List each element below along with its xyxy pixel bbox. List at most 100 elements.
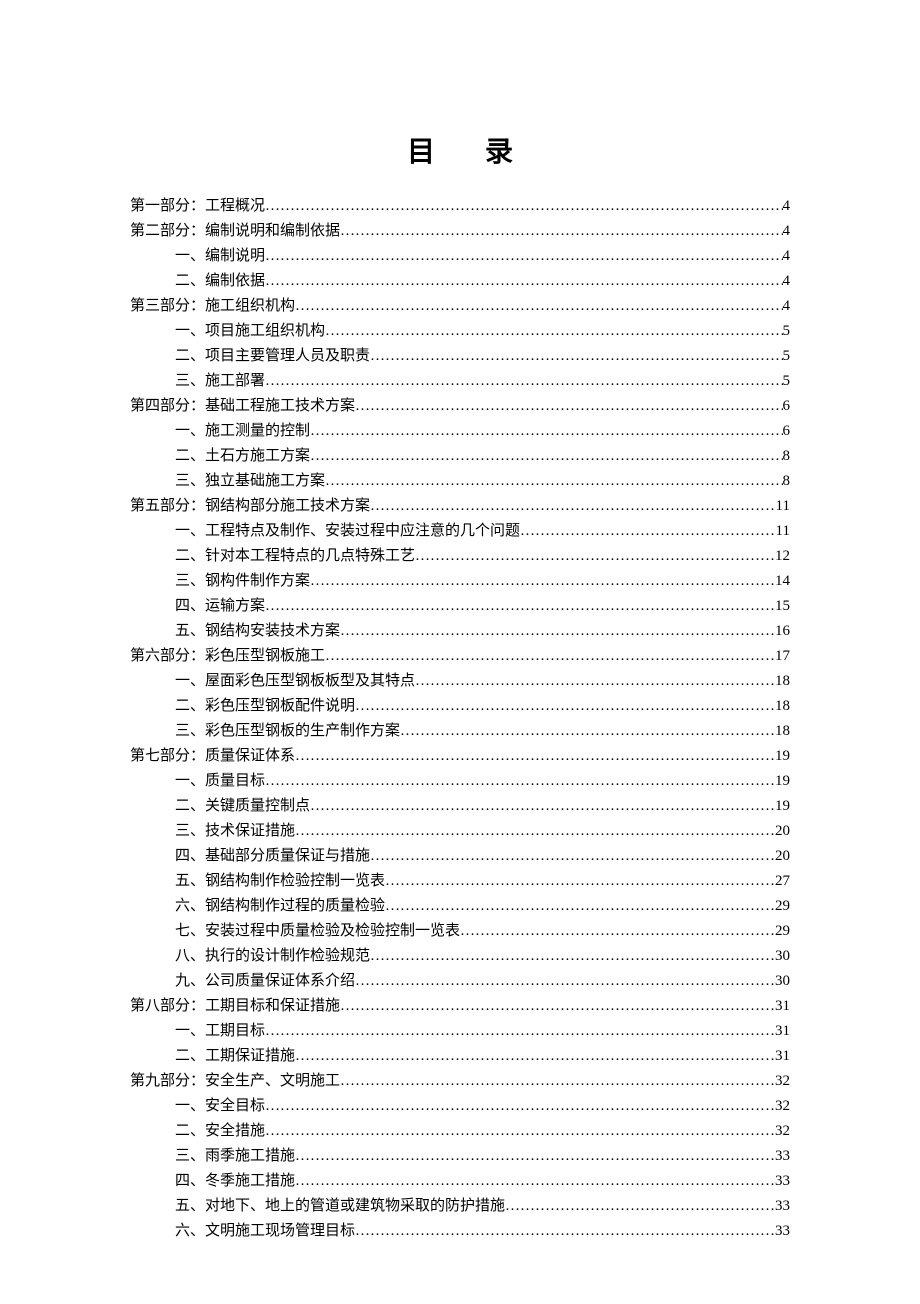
toc-entry-page: 6 <box>783 394 791 418</box>
toc-entry: 第六部分：彩色压型钢板施工17 <box>130 644 790 668</box>
toc-entry-label: 二、土石方施工方案 <box>175 444 310 468</box>
toc-entry-label: 第九部分：安全生产、文明施工 <box>130 1069 340 1093</box>
toc-dot-leader <box>370 844 775 868</box>
toc-dot-leader <box>265 594 775 618</box>
toc-entry-label: 第一部分：工程概况 <box>130 194 265 218</box>
toc-entry-page: 11 <box>776 494 790 518</box>
toc-entry-page: 29 <box>775 894 790 918</box>
toc-entry: 二、工期保证措施31 <box>130 1044 790 1068</box>
toc-entry-label: 一、质量目标 <box>175 769 265 793</box>
toc-entry-page: 4 <box>783 294 791 318</box>
toc-entry-page: 5 <box>783 319 791 343</box>
toc-dot-leader <box>355 694 775 718</box>
toc-entry-label: 四、运输方案 <box>175 594 265 618</box>
toc-entry-label: 第三部分：施工组织机构 <box>130 294 295 318</box>
toc-entry-page: 4 <box>783 194 791 218</box>
toc-entry: 二、彩色压型钢板配件说明 18 <box>130 694 790 718</box>
toc-entry: 四、运输方案 15 <box>130 594 790 618</box>
toc-entry: 二、项目主要管理人员及职责 5 <box>130 344 790 368</box>
toc-entry-page: 18 <box>775 669 790 693</box>
toc-entry-page: 33 <box>775 1219 790 1243</box>
toc-entry-label: 五、对地下、地上的管道或建筑物采取的防护措施 <box>175 1194 505 1218</box>
toc-entry: 第三部分：施工组织机构 4 <box>130 294 790 318</box>
toc-dot-leader <box>265 1019 775 1043</box>
toc-entry: 三、施工部署 5 <box>130 369 790 393</box>
toc-entry: 一、安全目标32 <box>130 1094 790 1118</box>
toc-entry-page: 5 <box>783 344 791 368</box>
toc-entry-label: 三、彩色压型钢板的生产制作方案 <box>175 719 400 743</box>
toc-entry: 一、屋面彩色压型钢板板型及其特点 18 <box>130 669 790 693</box>
toc-dot-leader <box>370 944 775 968</box>
toc-dot-leader <box>355 394 782 418</box>
toc-entry: 二、编制依据4 <box>130 269 790 293</box>
toc-entry-page: 27 <box>775 869 790 893</box>
toc-entry-page: 33 <box>775 1144 790 1168</box>
toc-entry: 四、冬季施工措施33 <box>130 1169 790 1193</box>
toc-dot-leader <box>385 869 775 893</box>
toc-dot-leader <box>325 469 782 493</box>
toc-dot-leader <box>325 319 782 343</box>
toc-entry: 三、技术保证措施 20 <box>130 819 790 843</box>
toc-entry-label: 二、安全措施 <box>175 1119 265 1143</box>
toc-entry-page: 14 <box>775 569 790 593</box>
toc-entry-label: 二、针对本工程特点的几点特殊工艺 <box>175 544 415 568</box>
toc-entry-label: 三、技术保证措施 <box>175 819 295 843</box>
toc-entry-page: 8 <box>783 444 791 468</box>
toc-dot-leader <box>310 419 782 443</box>
toc-entry: 一、工程特点及制作、安装过程中应注意的几个问题11 <box>130 519 790 543</box>
toc-dot-leader <box>295 744 775 768</box>
toc-entry-label: 二、彩色压型钢板配件说明 <box>175 694 355 718</box>
toc-entry: 五、钢结构安装技术方案16 <box>130 619 790 643</box>
toc-entry: 四、基础部分质量保证与措施20 <box>130 844 790 868</box>
toc-entry-page: 18 <box>775 694 790 718</box>
toc-entry-page: 4 <box>783 269 791 293</box>
toc-entry-page: 31 <box>775 994 790 1018</box>
toc-entry: 二、关键质量控制点19 <box>130 794 790 818</box>
toc-dot-leader <box>265 269 782 293</box>
toc-entry-label: 一、项目施工组织机构 <box>175 319 325 343</box>
toc-entry-label: 六、钢结构制作过程的质量检验 <box>175 894 385 918</box>
toc-entry-page: 4 <box>783 219 791 243</box>
toc-dot-leader <box>355 969 775 993</box>
toc-entry-label: 五、钢结构制作检验控制一览表 <box>175 869 385 893</box>
toc-dot-leader <box>340 219 782 243</box>
toc-dot-leader <box>385 894 775 918</box>
toc-entry: 六、钢结构制作过程的质量检验 29 <box>130 894 790 918</box>
toc-entry-label: 四、基础部分质量保证与措施 <box>175 844 370 868</box>
toc-dot-leader <box>265 1119 775 1143</box>
toc-entry-page: 18 <box>775 719 790 743</box>
toc-entry: 六、文明施工现场管理目标 33 <box>130 1219 790 1243</box>
toc-entry: 一、工期目标31 <box>130 1019 790 1043</box>
toc-dot-leader <box>265 194 782 218</box>
table-of-contents: 第一部分：工程概况4第二部分：编制说明和编制依据4一、编制说明4二、编制依据4第… <box>130 194 790 1243</box>
toc-entry-page: 16 <box>775 619 790 643</box>
toc-entry: 三、钢构件制作方案14 <box>130 569 790 593</box>
toc-dot-leader <box>415 544 775 568</box>
toc-entry-page: 20 <box>775 819 790 843</box>
toc-entry-label: 四、冬季施工措施 <box>175 1169 295 1193</box>
toc-dot-leader <box>340 619 775 643</box>
toc-entry-label: 二、项目主要管理人员及职责 <box>175 344 370 368</box>
toc-entry: 一、编制说明4 <box>130 244 790 268</box>
toc-dot-leader <box>340 1069 775 1093</box>
toc-entry-page: 33 <box>775 1194 790 1218</box>
toc-entry-page: 15 <box>775 594 790 618</box>
toc-entry-label: 一、屋面彩色压型钢板板型及其特点 <box>175 669 415 693</box>
toc-entry: 三、彩色压型钢板的生产制作方案 18 <box>130 719 790 743</box>
toc-dot-leader <box>265 1094 775 1118</box>
toc-entry-label: 六、文明施工现场管理目标 <box>175 1219 355 1243</box>
toc-entry: 二、土石方施工方案 8 <box>130 444 790 468</box>
toc-entry-page: 17 <box>775 644 790 668</box>
toc-entry-label: 三、施工部署 <box>175 369 265 393</box>
toc-entry-label: 八、执行的设计制作检验规范 <box>175 944 370 968</box>
toc-dot-leader <box>310 794 775 818</box>
toc-entry: 一、施工测量的控制6 <box>130 419 790 443</box>
toc-entry-page: 19 <box>775 794 790 818</box>
toc-entry: 八、执行的设计制作检验规范30 <box>130 944 790 968</box>
toc-dot-leader <box>295 819 775 843</box>
toc-entry: 第九部分：安全生产、文明施工32 <box>130 1069 790 1093</box>
toc-entry: 七、安装过程中质量检验及检验控制一览表29 <box>130 919 790 943</box>
toc-entry-label: 一、编制说明 <box>175 244 265 268</box>
toc-entry-page: 5 <box>783 369 791 393</box>
toc-entry-page: 30 <box>775 969 790 993</box>
